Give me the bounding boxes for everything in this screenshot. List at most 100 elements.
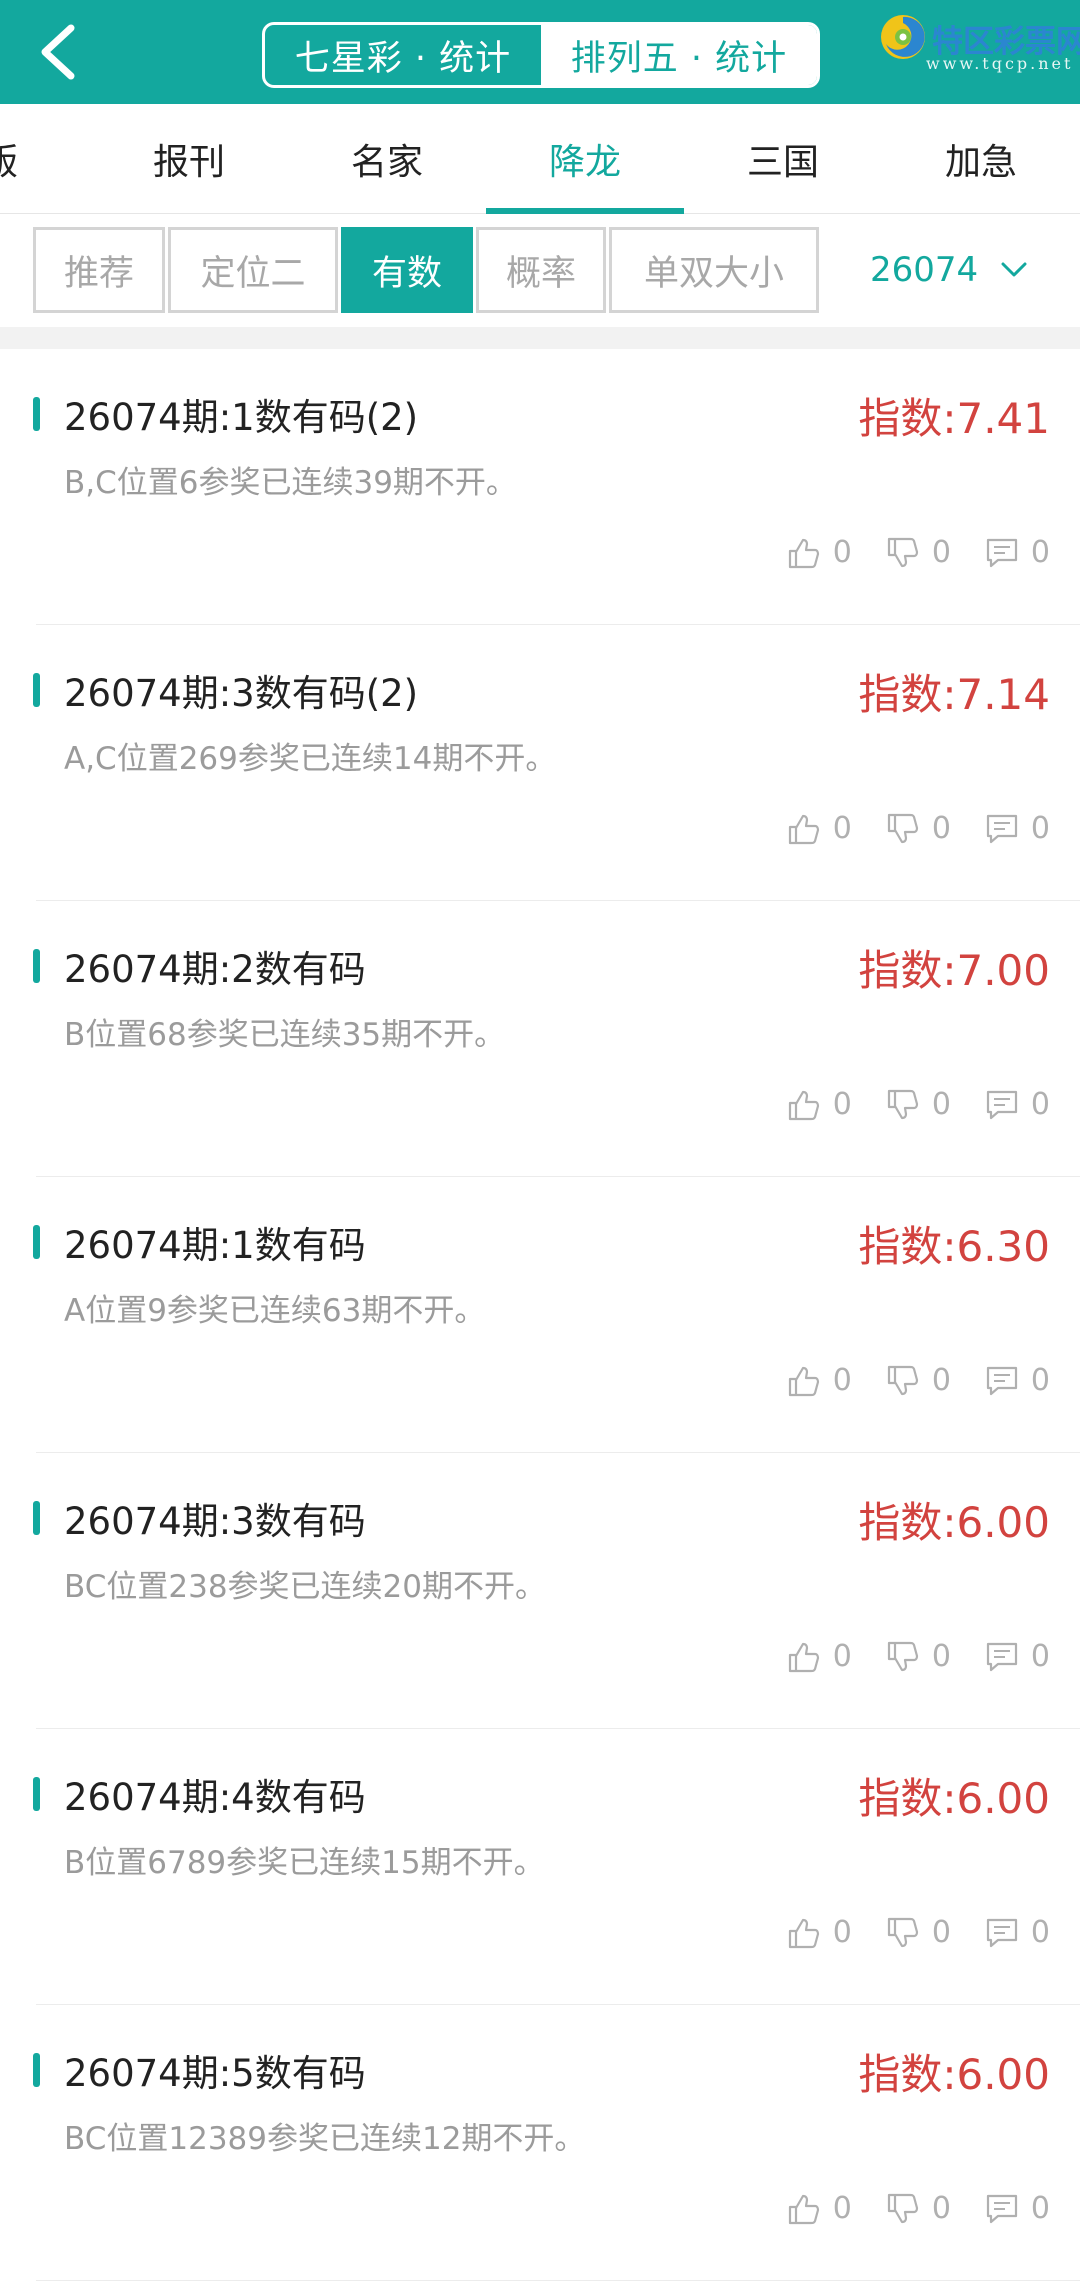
tab-xianglong[interactable]: 降龙 bbox=[486, 104, 684, 214]
item-title: 26074期:1数有码(2) bbox=[64, 396, 419, 439]
item-title: 26074期:5数有码 bbox=[64, 2052, 366, 2095]
comment-button[interactable]: 0 bbox=[985, 1087, 1050, 1122]
item-description: B位置68参奖已连续35期不开。 bbox=[64, 1017, 506, 1053]
comment-button[interactable]: 0 bbox=[985, 535, 1050, 570]
prediction-list: 26074期:1数有码(2) 指数:7.41 B,C位置6参奖已连续39期不开。… bbox=[0, 349, 1080, 2281]
list-item[interactable]: 26074期:4数有码 指数:6.00 B位置6789参奖已连续15期不开。 0… bbox=[0, 1729, 1080, 2005]
app-header: 七星彩 · 统计 排列五 · 统计 特区彩票网 www.tqcp.net bbox=[0, 0, 1080, 104]
tab-mingjia[interactable]: 名家 bbox=[288, 104, 486, 214]
thumbs-up-icon bbox=[788, 814, 819, 844]
tab-jiaji[interactable]: 加急 bbox=[882, 104, 1080, 214]
like-button[interactable]: 0 bbox=[787, 811, 852, 846]
segment-qixingcai[interactable]: 七星彩 · 统计 bbox=[265, 25, 541, 85]
dislike-button[interactable]: 0 bbox=[886, 1639, 951, 1674]
comment-button[interactable]: 0 bbox=[985, 811, 1050, 846]
item-accent-bar bbox=[33, 949, 40, 983]
filter-gailv[interactable]: 概率 bbox=[476, 227, 606, 313]
segment-pailiewu[interactable]: 排列五 · 统计 bbox=[541, 25, 817, 85]
section-divider bbox=[0, 327, 1080, 349]
dislike-count: 0 bbox=[931, 1915, 951, 1950]
thumbs-down-icon bbox=[887, 537, 918, 567]
thumbs-up-icon bbox=[788, 1918, 819, 1948]
back-button[interactable] bbox=[22, 20, 92, 84]
item-score: 指数:6.00 bbox=[858, 1498, 1050, 1547]
category-tabs: 版 报刊 名家 降龙 三国 加急 bbox=[0, 104, 1080, 214]
like-button[interactable]: 0 bbox=[787, 535, 852, 570]
thumbs-down-icon bbox=[887, 1089, 918, 1119]
tab-baokan[interactable]: 报刊 bbox=[90, 104, 288, 214]
list-item[interactable]: 26074期:1数有码(2) 指数:7.41 B,C位置6参奖已连续39期不开。… bbox=[0, 349, 1080, 625]
dislike-count: 0 bbox=[931, 1639, 951, 1674]
item-accent-bar bbox=[33, 1225, 40, 1259]
item-actions: 0 0 0 bbox=[753, 1087, 1050, 1122]
site-logo: 特区彩票网 www.tqcp.net bbox=[876, 8, 1080, 98]
list-item[interactable]: 26074期:1数有码 指数:6.30 A位置9参奖已连续63期不开。 0 0 bbox=[0, 1177, 1080, 1453]
comment-button[interactable]: 0 bbox=[985, 2191, 1050, 2226]
item-description: BC位置12389参奖已连续12期不开。 bbox=[64, 2121, 586, 2157]
comment-count: 0 bbox=[1030, 1639, 1050, 1674]
item-actions: 0 0 0 bbox=[753, 535, 1050, 570]
item-title: 26074期:3数有码 bbox=[64, 1500, 366, 1543]
item-accent-bar bbox=[33, 673, 40, 707]
logo-swirl-icon bbox=[881, 15, 925, 59]
item-description: A位置9参奖已连续63期不开。 bbox=[64, 1293, 486, 1329]
item-title: 26074期:2数有码 bbox=[64, 948, 366, 991]
period-value: 26074 bbox=[870, 250, 979, 290]
item-description: B,C位置6参奖已连续39期不开。 bbox=[64, 465, 517, 501]
dislike-count: 0 bbox=[931, 1087, 951, 1122]
item-accent-bar bbox=[33, 1501, 40, 1535]
thumbs-up-icon bbox=[788, 2194, 819, 2224]
tab-sanguo[interactable]: 三国 bbox=[684, 104, 882, 214]
dislike-button[interactable]: 0 bbox=[886, 2191, 951, 2226]
like-count: 0 bbox=[832, 535, 852, 570]
comment-icon bbox=[986, 2194, 1018, 2223]
item-actions: 0 0 0 bbox=[753, 2191, 1050, 2226]
dislike-button[interactable]: 0 bbox=[886, 535, 951, 570]
dislike-button[interactable]: 0 bbox=[886, 1915, 951, 1950]
filter-dingweier[interactable]: 定位二 bbox=[168, 227, 338, 313]
like-button[interactable]: 0 bbox=[787, 2191, 852, 2226]
filter-youshu[interactable]: 有数 bbox=[341, 227, 473, 313]
thumbs-down-icon bbox=[887, 1917, 918, 1947]
like-button[interactable]: 0 bbox=[787, 1363, 852, 1398]
filter-danshuang-daxiao[interactable]: 单双大小 bbox=[609, 227, 819, 313]
comment-button[interactable]: 0 bbox=[985, 1363, 1050, 1398]
like-button[interactable]: 0 bbox=[787, 1087, 852, 1122]
item-description: BC位置238参奖已连续20期不开。 bbox=[64, 1569, 546, 1605]
item-score: 指数:6.00 bbox=[858, 1774, 1050, 1823]
comment-count: 0 bbox=[1030, 535, 1050, 570]
item-title: 26074期:3数有码(2) bbox=[64, 672, 419, 715]
like-button[interactable]: 0 bbox=[787, 1915, 852, 1950]
like-button[interactable]: 0 bbox=[787, 1639, 852, 1674]
comment-count: 0 bbox=[1030, 811, 1050, 846]
comment-icon bbox=[986, 1918, 1018, 1947]
dislike-button[interactable]: 0 bbox=[886, 1363, 951, 1398]
chevron-down-icon bbox=[1001, 262, 1027, 277]
thumbs-up-icon bbox=[788, 1366, 819, 1396]
filter-bar: 推荐 定位二 有数 概率 单双大小 26074 bbox=[0, 215, 1080, 327]
list-item[interactable]: 26074期:2数有码 指数:7.00 B位置68参奖已连续35期不开。 0 0 bbox=[0, 901, 1080, 1177]
comment-icon bbox=[986, 814, 1018, 843]
comment-count: 0 bbox=[1030, 1363, 1050, 1398]
dislike-count: 0 bbox=[931, 2191, 951, 2226]
comment-button[interactable]: 0 bbox=[985, 1639, 1050, 1674]
like-count: 0 bbox=[832, 2191, 852, 2226]
dislike-count: 0 bbox=[931, 811, 951, 846]
list-item[interactable]: 26074期:5数有码 指数:6.00 BC位置12389参奖已连续12期不开。… bbox=[0, 2005, 1080, 2281]
item-description: B位置6789参奖已连续15期不开。 bbox=[64, 1845, 545, 1881]
list-item[interactable]: 26074期:3数有码 指数:6.00 BC位置238参奖已连续20期不开。 0… bbox=[0, 1453, 1080, 1729]
list-item[interactable]: 26074期:3数有码(2) 指数:7.14 A,C位置269参奖已连续14期不… bbox=[0, 625, 1080, 901]
thumbs-down-icon bbox=[887, 1641, 918, 1671]
period-selector[interactable]: 26074 bbox=[870, 227, 1028, 313]
item-actions: 0 0 0 bbox=[753, 1915, 1050, 1950]
filter-tuijian[interactable]: 推荐 bbox=[33, 227, 165, 313]
thumbs-up-icon bbox=[788, 1090, 819, 1120]
dislike-button[interactable]: 0 bbox=[886, 811, 951, 846]
comment-count: 0 bbox=[1030, 2191, 1050, 2226]
comment-icon bbox=[986, 1090, 1018, 1119]
comment-button[interactable]: 0 bbox=[985, 1915, 1050, 1950]
thumbs-down-icon bbox=[887, 2193, 918, 2223]
dislike-button[interactable]: 0 bbox=[886, 1087, 951, 1122]
tab-ban[interactable]: 版 bbox=[0, 104, 40, 214]
thumbs-down-icon bbox=[887, 813, 918, 843]
